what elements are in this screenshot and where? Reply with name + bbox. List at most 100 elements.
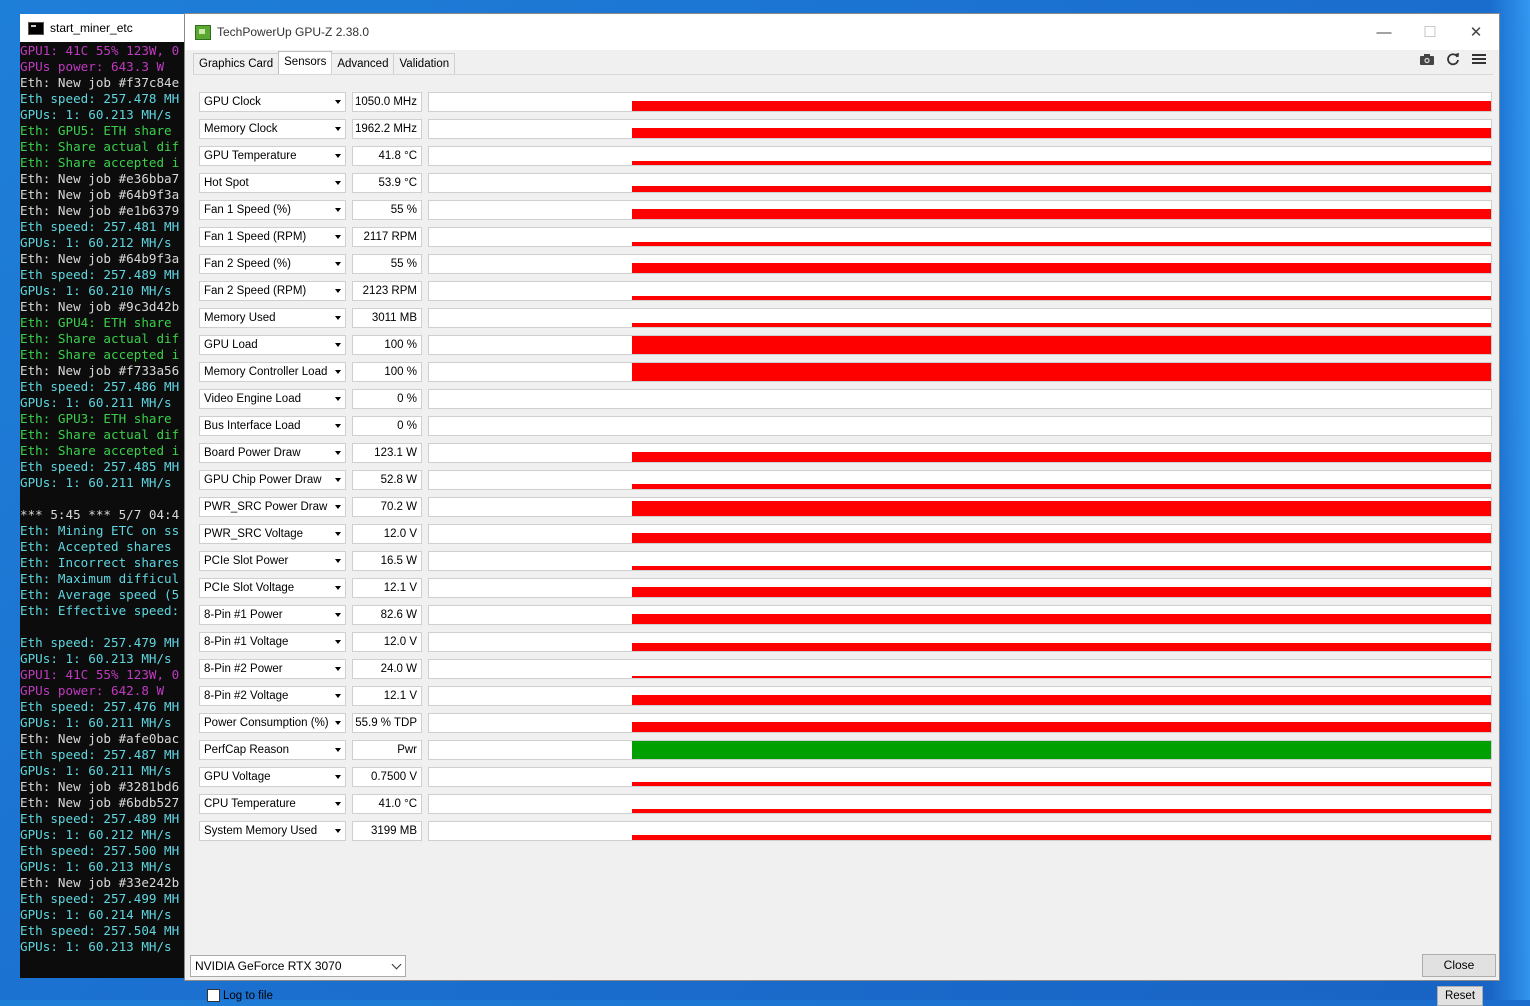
- sensor-graph[interactable]: [428, 794, 1492, 814]
- sensor-name-dropdown[interactable]: GPU Chip Power Draw: [199, 470, 346, 490]
- sensor-row: 8-Pin #2 Power 24.0 W: [199, 659, 1492, 681]
- sensor-value: 1962.2 MHz: [352, 119, 422, 139]
- sensor-name-dropdown[interactable]: Fan 1 Speed (RPM): [199, 227, 346, 247]
- sensor-label: System Memory Used: [204, 825, 318, 837]
- sensor-graph[interactable]: [428, 659, 1492, 679]
- sensor-graph[interactable]: [428, 767, 1492, 787]
- reset-button[interactable]: Reset: [1437, 986, 1483, 1006]
- sensor-graph[interactable]: [428, 362, 1492, 382]
- sensor-name-dropdown[interactable]: PerfCap Reason: [199, 740, 346, 760]
- sensor-graph[interactable]: [428, 632, 1492, 652]
- sensor-graph-fill: [632, 587, 1491, 597]
- sensor-name-dropdown[interactable]: Fan 1 Speed (%): [199, 200, 346, 220]
- sensor-name-dropdown[interactable]: 8-Pin #1 Power: [199, 605, 346, 625]
- sensor-graph[interactable]: [428, 821, 1492, 841]
- sensor-name-dropdown[interactable]: PCIe Slot Power: [199, 551, 346, 571]
- dropdown-arrow-icon: [335, 478, 341, 482]
- sensor-value: 3011 MB: [352, 308, 422, 328]
- tab-sensors[interactable]: Sensors: [278, 51, 333, 74]
- sensor-name-dropdown[interactable]: PWR_SRC Voltage: [199, 524, 346, 544]
- sensor-name-dropdown[interactable]: 8-Pin #2 Power: [199, 659, 346, 679]
- refresh-icon[interactable]: [1445, 52, 1461, 66]
- sensor-row: PCIe Slot Power 16.5 W: [199, 551, 1492, 573]
- sensor-graph[interactable]: [428, 578, 1492, 598]
- sensor-name-dropdown[interactable]: Memory Controller Load: [199, 362, 346, 382]
- dropdown-arrow-icon: [335, 397, 341, 401]
- sensor-name-dropdown[interactable]: Memory Used: [199, 308, 346, 328]
- sensor-graph[interactable]: [428, 146, 1492, 166]
- sensor-graph[interactable]: [428, 551, 1492, 571]
- sensor-label: Hot Spot: [204, 177, 249, 189]
- sensor-row: Hot Spot 53.9 °C: [199, 173, 1492, 195]
- sensor-graph[interactable]: [428, 281, 1492, 301]
- sensor-name-dropdown[interactable]: Memory Clock: [199, 119, 346, 139]
- sensor-graph[interactable]: [428, 389, 1492, 409]
- camera-icon[interactable]: [1419, 52, 1435, 66]
- sensor-name-dropdown[interactable]: Hot Spot: [199, 173, 346, 193]
- sensor-name-dropdown[interactable]: PWR_SRC Power Draw: [199, 497, 346, 517]
- gpu-select-dropdown[interactable]: NVIDIA GeForce RTX 3070: [190, 955, 406, 977]
- sensor-graph[interactable]: [428, 497, 1492, 517]
- sensor-graph-fill: [632, 533, 1491, 543]
- sensor-graph[interactable]: [428, 200, 1492, 220]
- close-window-button[interactable]: ✕: [1453, 14, 1499, 50]
- sensor-label: Bus Interface Load: [204, 420, 301, 432]
- sensor-graph-fill: [632, 722, 1491, 732]
- sensor-graph[interactable]: [428, 443, 1492, 463]
- sensor-value: Pwr: [352, 740, 422, 760]
- sensor-name-dropdown[interactable]: System Memory Used: [199, 821, 346, 841]
- sensor-name-dropdown[interactable]: PCIe Slot Voltage: [199, 578, 346, 598]
- sensor-name-dropdown[interactable]: 8-Pin #2 Voltage: [199, 686, 346, 706]
- sensor-name-dropdown[interactable]: GPU Clock: [199, 92, 346, 112]
- sensor-graph[interactable]: [428, 524, 1492, 544]
- sensor-graph-fill: [632, 835, 1491, 840]
- sensor-graph[interactable]: [428, 335, 1492, 355]
- sensor-name-dropdown[interactable]: GPU Temperature: [199, 146, 346, 166]
- sensor-graph[interactable]: [428, 605, 1492, 625]
- minimize-button[interactable]: —: [1361, 14, 1407, 50]
- hamburger-menu-icon[interactable]: [1471, 52, 1487, 66]
- sensor-label: Fan 2 Speed (RPM): [204, 285, 307, 297]
- log-to-file[interactable]: Log to file: [207, 989, 273, 1002]
- sensor-graph[interactable]: [428, 173, 1492, 193]
- sensor-graph[interactable]: [428, 713, 1492, 733]
- sensor-graph-fill: [632, 484, 1491, 489]
- sensor-graph[interactable]: [428, 254, 1492, 274]
- sensor-graph-fill: [632, 676, 1491, 678]
- sensor-row: GPU Temperature 41.8 °C: [199, 146, 1492, 168]
- sensor-row: 8-Pin #1 Power 82.6 W: [199, 605, 1492, 627]
- sensor-graph[interactable]: [428, 416, 1492, 436]
- sensor-name-dropdown[interactable]: Fan 2 Speed (%): [199, 254, 346, 274]
- sensor-value: 2117 RPM: [352, 227, 422, 247]
- dropdown-arrow-icon: [335, 316, 341, 320]
- tab-advanced[interactable]: Advanced: [331, 53, 395, 74]
- tab-validation[interactable]: Validation: [393, 53, 456, 74]
- sensor-graph[interactable]: [428, 119, 1492, 139]
- sensor-value: 100 %: [352, 362, 422, 382]
- sensor-name-dropdown[interactable]: Bus Interface Load: [199, 416, 346, 436]
- sensor-graph[interactable]: [428, 686, 1492, 706]
- sensor-graph[interactable]: [428, 227, 1492, 247]
- sensor-label: 8-Pin #1 Voltage: [204, 636, 289, 648]
- close-button[interactable]: Close: [1422, 954, 1496, 977]
- sensor-label: Memory Controller Load: [204, 366, 328, 378]
- sensor-graph[interactable]: [428, 92, 1492, 112]
- sensor-name-dropdown[interactable]: GPU Voltage: [199, 767, 346, 787]
- sensor-row: Memory Controller Load 100 %: [199, 362, 1492, 384]
- sensor-value: 12.1 V: [352, 686, 422, 706]
- sensor-graph[interactable]: [428, 470, 1492, 490]
- sensor-name-dropdown[interactable]: Board Power Draw: [199, 443, 346, 463]
- gpuz-window[interactable]: TechPowerUp GPU-Z 2.38.0 — ☐ ✕ Graphics …: [184, 13, 1500, 1006]
- titlebar[interactable]: TechPowerUp GPU-Z 2.38.0 — ☐ ✕: [185, 14, 1499, 50]
- sensor-name-dropdown[interactable]: Power Consumption (%): [199, 713, 346, 733]
- sensor-name-dropdown[interactable]: CPU Temperature: [199, 794, 346, 814]
- sensor-name-dropdown[interactable]: Fan 2 Speed (RPM): [199, 281, 346, 301]
- log-to-file-checkbox[interactable]: [207, 989, 220, 1002]
- sensor-graph[interactable]: [428, 740, 1492, 760]
- tab-graphics-card[interactable]: Graphics Card: [193, 53, 280, 74]
- sensor-name-dropdown[interactable]: Video Engine Load: [199, 389, 346, 409]
- sensor-name-dropdown[interactable]: GPU Load: [199, 335, 346, 355]
- maximize-button[interactable]: ☐: [1407, 14, 1453, 50]
- sensor-graph[interactable]: [428, 308, 1492, 328]
- sensor-name-dropdown[interactable]: 8-Pin #1 Voltage: [199, 632, 346, 652]
